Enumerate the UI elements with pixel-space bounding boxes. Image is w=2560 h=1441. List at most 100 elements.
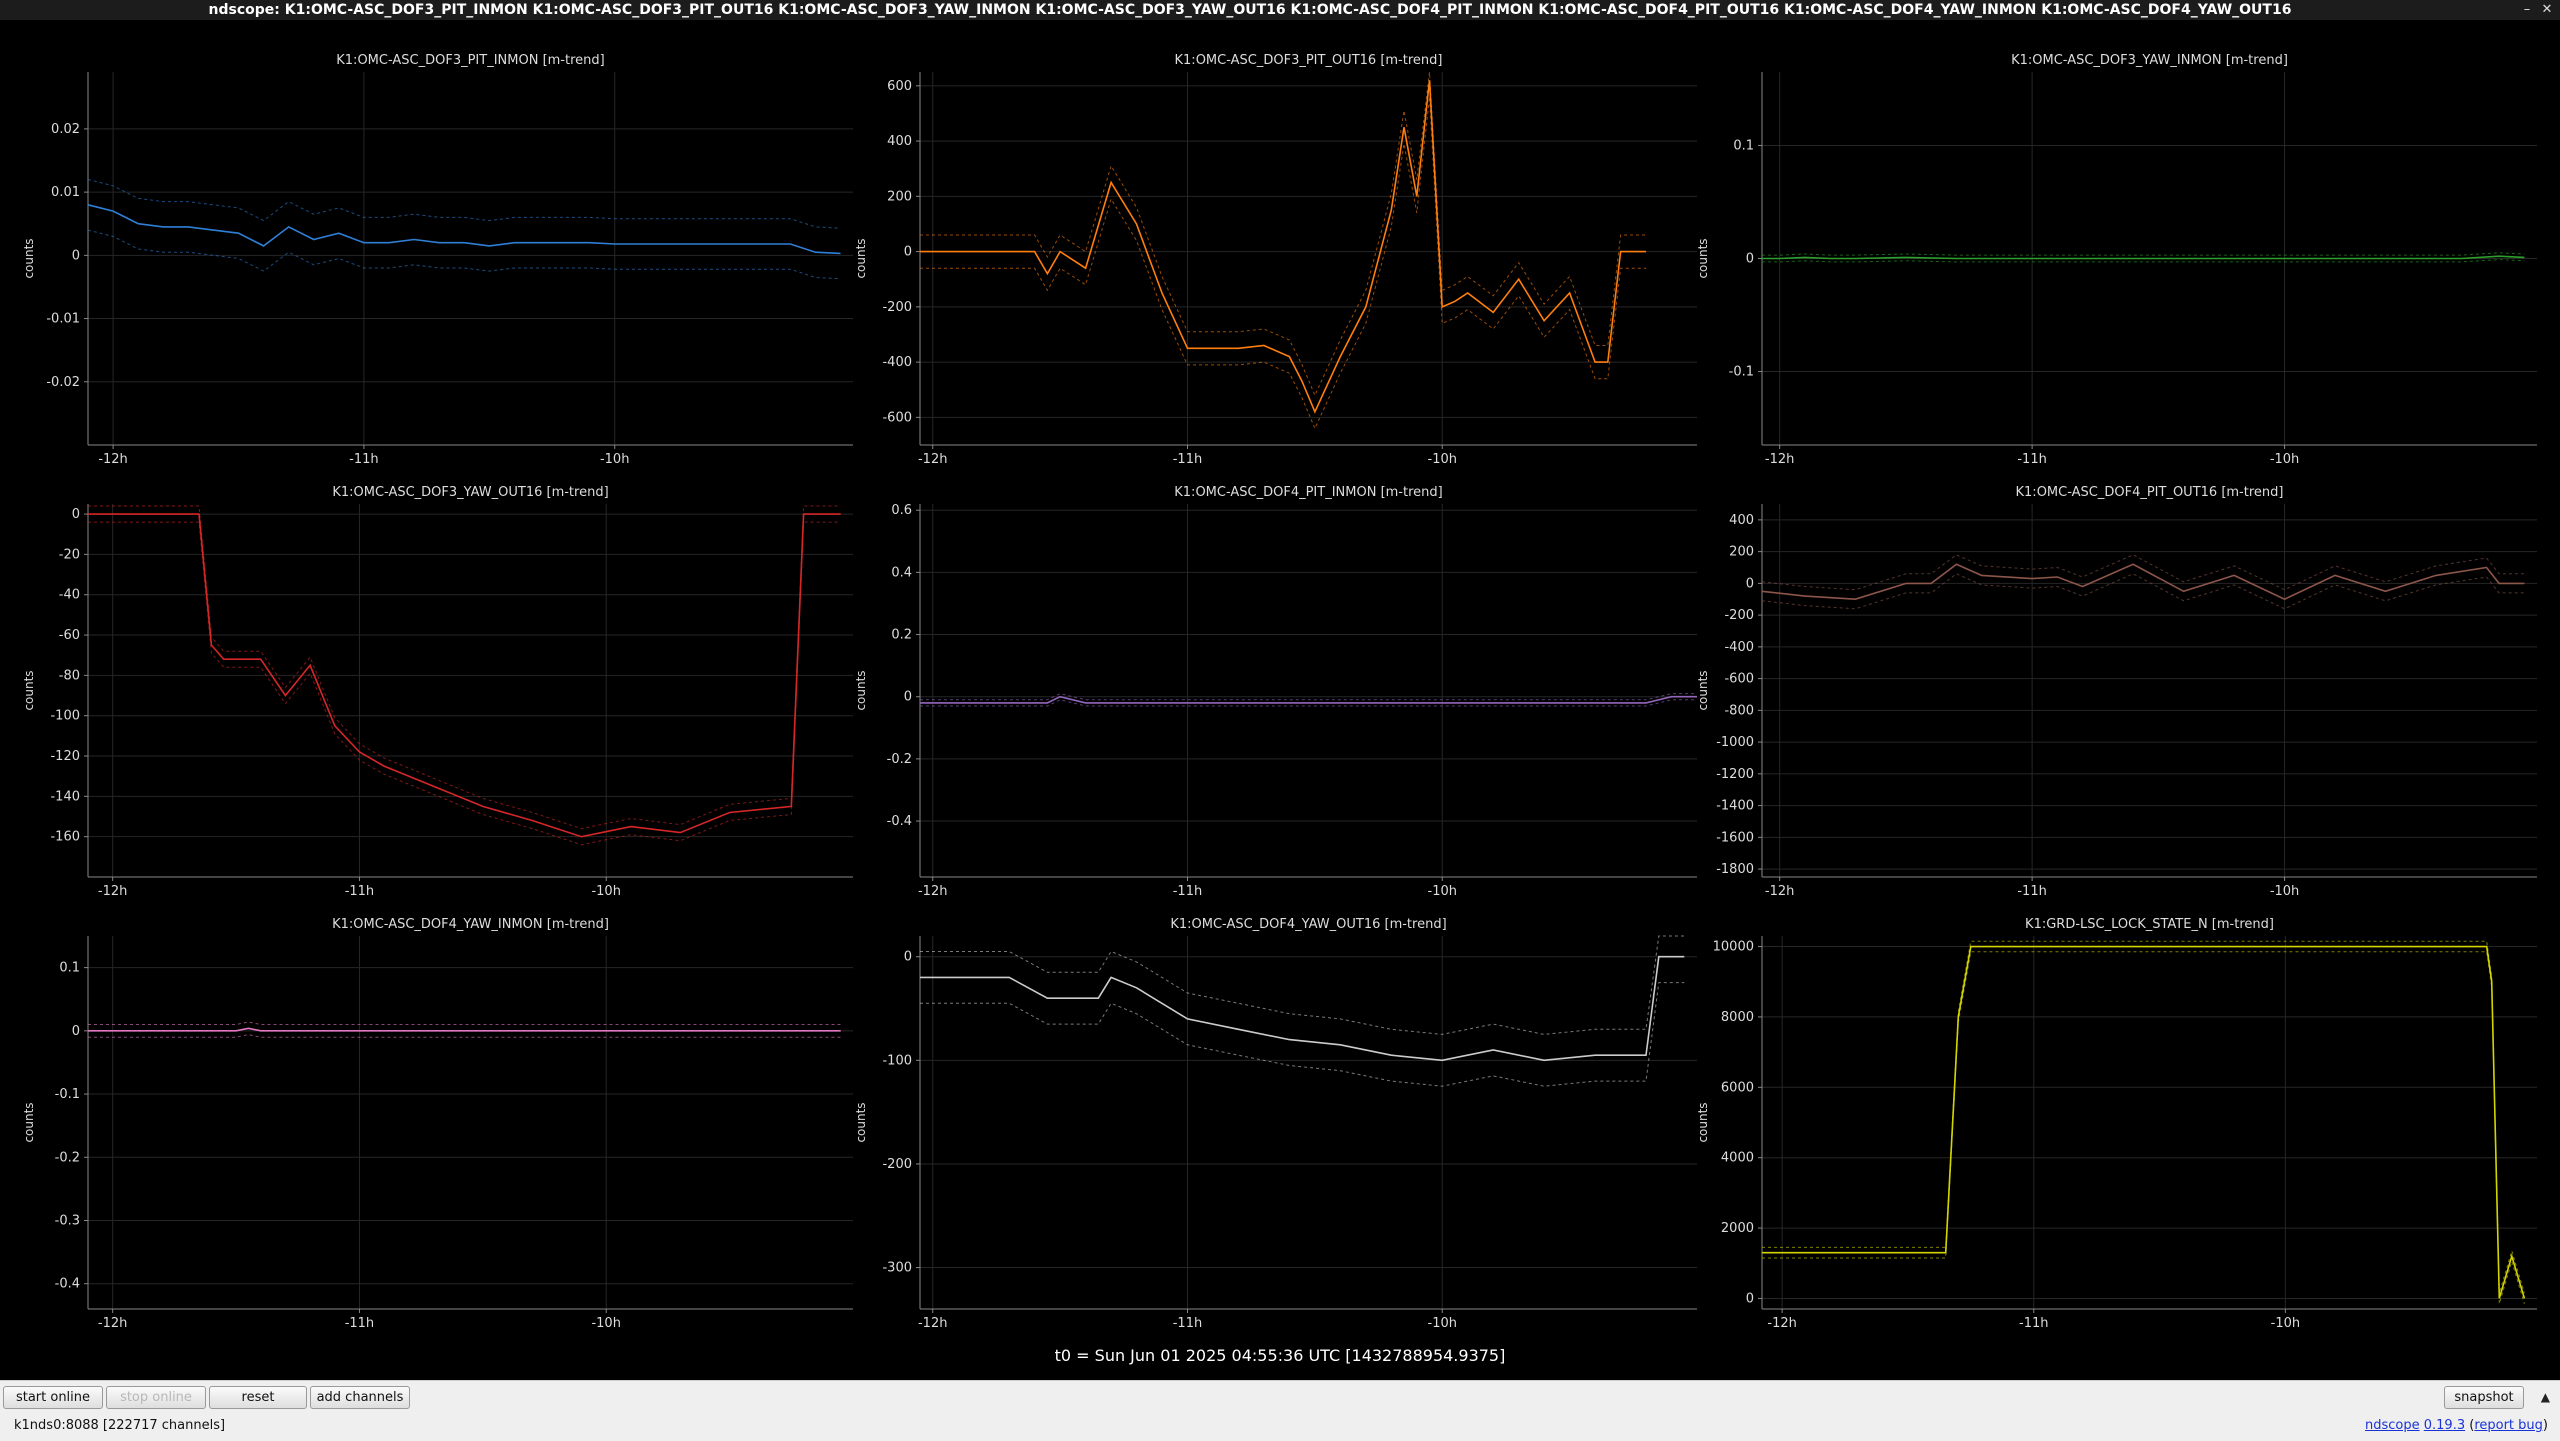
y-tick-label: -80 bbox=[59, 668, 80, 683]
x-tick-label: -11h bbox=[1173, 1316, 1202, 1331]
y-axis-label: counts bbox=[22, 238, 36, 278]
add-channels-button[interactable]: add channels bbox=[310, 1386, 410, 1409]
y-tick-label: -200 bbox=[882, 1157, 912, 1172]
y-tick-label: 200 bbox=[1729, 545, 1754, 560]
x-tick-label: -11h bbox=[1173, 452, 1202, 467]
y-tick-label: -400 bbox=[882, 355, 912, 370]
y-tick-label: -100 bbox=[882, 1053, 912, 1068]
x-tick-label: -12h bbox=[918, 884, 947, 899]
series-max-trace bbox=[88, 1021, 841, 1025]
y-tick-label: -0.3 bbox=[55, 1213, 80, 1228]
y-tick-label: -0.02 bbox=[46, 375, 80, 390]
y-tick-label: 600 bbox=[887, 79, 912, 94]
y-tick-label: -0.2 bbox=[887, 752, 912, 767]
y-tick-label: 0 bbox=[904, 690, 912, 705]
y-tick-label: -1200 bbox=[1716, 767, 1754, 782]
y-tick-label: 0.6 bbox=[891, 503, 912, 518]
y-tick-label: -0.2 bbox=[55, 1150, 80, 1165]
y-tick-label: 0 bbox=[1746, 1291, 1754, 1306]
series-max-trace bbox=[920, 71, 1646, 397]
plot-grid[interactable]: K1:OMC-ASC_DOF3_PIT_INMON [m-trend] count… bbox=[0, 20, 2560, 1380]
y-tick-label: -300 bbox=[882, 1261, 912, 1276]
y-tick-label: -140 bbox=[50, 789, 80, 804]
x-tick-label: -11h bbox=[2019, 1316, 2048, 1331]
plot-title: K1:OMC-ASC_DOF3_PIT_INMON [m-trend] bbox=[336, 53, 604, 68]
x-tick-label: -10h bbox=[1428, 884, 1457, 899]
version-link[interactable]: 0.19.3 bbox=[2424, 1418, 2465, 1433]
x-tick-label: -10h bbox=[1428, 1316, 1457, 1331]
t0-label: t0 = Sun Jun 01 2025 04:55:36 UTC [14327… bbox=[1054, 1346, 1506, 1365]
plot-panel-6: K1:OMC-ASC_DOF4_PIT_OUT16 [m-trend] count… bbox=[1696, 485, 2537, 899]
y-tick-label: -200 bbox=[882, 300, 912, 315]
plot-title: K1:OMC-ASC_DOF3_YAW_INMON [m-trend] bbox=[2011, 53, 2288, 68]
plot-title: K1:OMC-ASC_DOF4_PIT_INMON [m-trend] bbox=[1174, 485, 1442, 500]
x-tick-label: -12h bbox=[1765, 452, 1794, 467]
y-tick-label: -0.01 bbox=[46, 312, 80, 327]
y-tick-label: -1000 bbox=[1716, 735, 1754, 750]
chevron-up-icon[interactable]: ▲ bbox=[2541, 1390, 2550, 1404]
x-tick-label: -11h bbox=[345, 1316, 374, 1331]
y-axis-label: counts bbox=[1696, 670, 1710, 710]
series-max-trace bbox=[1761, 554, 2525, 591]
plot-title: K1:OMC-ASC_DOF3_PIT_OUT16 [m-trend] bbox=[1175, 53, 1443, 68]
version-info: ndscope 0.19.3 (report bug) bbox=[2364, 1418, 2548, 1433]
plot-panel-8: K1:OMC-ASC_DOF4_YAW_OUT16 [m-trend] count… bbox=[854, 917, 1697, 1331]
series-max-trace bbox=[920, 935, 1685, 1035]
y-axis-label: counts bbox=[854, 670, 868, 710]
y-tick-label: 0.02 bbox=[51, 122, 80, 137]
y-tick-label: -200 bbox=[1724, 608, 1754, 623]
x-tick-label: -11h bbox=[2017, 452, 2046, 467]
y-tick-label: 0 bbox=[72, 1024, 80, 1039]
y-tick-label: -0.1 bbox=[55, 1087, 80, 1102]
y-tick-label: -0.4 bbox=[55, 1277, 80, 1292]
y-tick-label: 0 bbox=[904, 245, 912, 260]
x-tick-label: -12h bbox=[918, 1316, 947, 1331]
y-axis-label: counts bbox=[22, 670, 36, 710]
y-tick-label: 400 bbox=[1729, 513, 1754, 528]
x-tick-label: -10h bbox=[2270, 452, 2299, 467]
x-tick-label: -10h bbox=[591, 884, 620, 899]
series-min-trace bbox=[1762, 951, 2525, 1304]
series-mean-trace bbox=[88, 1027, 841, 1032]
series-mean-trace bbox=[1762, 255, 2525, 260]
y-tick-label: -400 bbox=[1724, 640, 1754, 655]
x-tick-label: -12h bbox=[98, 1316, 127, 1331]
report-bug-link[interactable]: report bug bbox=[2474, 1418, 2543, 1433]
y-tick-label: 0.4 bbox=[891, 565, 912, 580]
y-tick-label: 0.2 bbox=[891, 628, 912, 643]
minimize-icon[interactable]: – bbox=[2518, 0, 2536, 20]
y-axis-label: counts bbox=[1696, 238, 1710, 278]
series-min-trace bbox=[1761, 573, 2525, 610]
y-axis-label: counts bbox=[22, 1102, 36, 1142]
x-tick-label: -11h bbox=[349, 452, 378, 467]
plot-panel-1: K1:OMC-ASC_DOF3_PIT_INMON [m-trend] count… bbox=[22, 53, 853, 467]
x-tick-label: -10h bbox=[2271, 1316, 2300, 1331]
y-tick-label: 6000 bbox=[1721, 1080, 1754, 1095]
x-tick-label: -10h bbox=[591, 1316, 620, 1331]
y-tick-label: 0 bbox=[72, 507, 80, 522]
y-tick-label: 10000 bbox=[1713, 940, 1754, 955]
plot-panel-3: K1:OMC-ASC_DOF3_YAW_INMON [m-trend] count… bbox=[1696, 53, 2537, 467]
series-min-trace bbox=[87, 229, 841, 280]
server-status: k1nds0:8088 [222717 channels] bbox=[14, 1418, 226, 1433]
series-min-trace bbox=[920, 982, 1685, 1087]
y-tick-label: -800 bbox=[1724, 703, 1754, 718]
x-tick-label: -12h bbox=[918, 452, 947, 467]
y-tick-label: -160 bbox=[50, 830, 80, 845]
y-tick-label: 400 bbox=[887, 134, 912, 149]
x-tick-label: -10h bbox=[600, 452, 629, 467]
stop-online-button: stop online bbox=[106, 1386, 206, 1409]
y-tick-label: -1400 bbox=[1716, 799, 1754, 814]
ndscope-link[interactable]: ndscope bbox=[2365, 1418, 2420, 1433]
x-tick-label: -11h bbox=[345, 884, 374, 899]
reset-button[interactable]: reset bbox=[209, 1386, 307, 1409]
close-icon[interactable]: ✕ bbox=[2538, 0, 2556, 20]
snapshot-button[interactable]: snapshot bbox=[2444, 1386, 2524, 1409]
plot-title: K1:OMC-ASC_DOF4_YAW_INMON [m-trend] bbox=[332, 917, 609, 932]
y-tick-label: -0.1 bbox=[1729, 365, 1754, 380]
y-tick-label: -600 bbox=[1724, 672, 1754, 687]
plot-panel-7: K1:OMC-ASC_DOF4_YAW_INMON [m-trend] count… bbox=[22, 917, 853, 1331]
y-tick-label: 0 bbox=[72, 248, 80, 263]
start-online-button[interactable]: start online bbox=[3, 1386, 103, 1409]
series-max-trace bbox=[1762, 940, 2525, 1294]
